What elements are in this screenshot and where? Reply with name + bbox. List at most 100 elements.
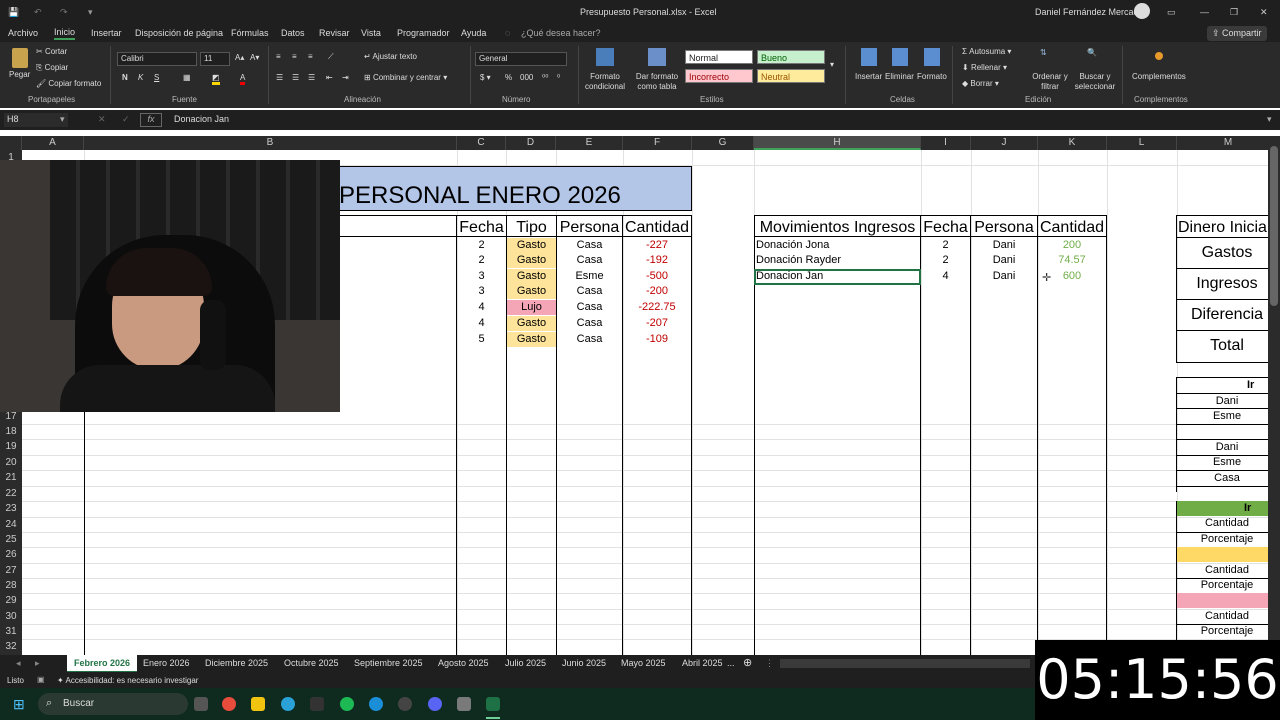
menu-disposicion[interactable]: Disposición de página [135, 28, 223, 38]
row-header[interactable]: 26 [0, 547, 22, 562]
m-table-cell[interactable]: Esme [1177, 455, 1268, 470]
delete-cells-icon[interactable] [892, 48, 908, 66]
grow-font-icon[interactable]: A▴ [235, 53, 244, 62]
gastos-persona[interactable]: Casa [557, 300, 622, 315]
sort-filter-button[interactable]: Ordenar y filtrar [1030, 72, 1070, 92]
excel-icon[interactable] [486, 697, 500, 711]
menu-inicio[interactable]: Inicio [54, 26, 76, 40]
percent-icon[interactable]: % [505, 73, 512, 82]
m-table-cell[interactable]: Cantidad [1177, 516, 1268, 531]
orientation-icon[interactable]: ⟋ [328, 52, 334, 62]
paste-button[interactable]: Pegar [9, 70, 30, 79]
ingresos-persona[interactable]: Dani [971, 253, 1037, 268]
github-icon[interactable] [398, 697, 412, 711]
accessibility-status[interactable]: ✦ Accesibilidad: es necesario investigar [57, 676, 198, 685]
gastos-cantidad[interactable]: -109 [623, 332, 691, 347]
find-select-icon[interactable]: 🔍 [1087, 48, 1105, 66]
row-header[interactable]: 24 [0, 517, 22, 532]
horizontal-scrollbar[interactable] [780, 659, 1030, 668]
menu-formulas[interactable]: Fórmulas [231, 28, 269, 38]
m-table-cell[interactable]: Porcentaje [1177, 578, 1268, 593]
tell-me-search[interactable]: ¿Qué desea hacer? [521, 28, 601, 38]
scroll-thumb[interactable] [1270, 146, 1278, 306]
decrease-indent-icon[interactable]: ⇤ [326, 73, 333, 82]
insert-cells-button[interactable]: Insertar [855, 72, 882, 81]
m-table-cell[interactable]: Dani [1177, 394, 1268, 409]
spotify-icon[interactable] [340, 697, 354, 711]
italic-icon[interactable]: K [138, 73, 143, 82]
font-name-select[interactable]: Calibri [117, 52, 197, 66]
cancel-icon[interactable]: ✕ [98, 114, 106, 125]
more-sheets[interactable]: ... [727, 658, 735, 668]
maximize-icon[interactable]: ❐ [1230, 7, 1238, 18]
fill-color-icon[interactable]: ◩ [212, 73, 220, 85]
select-all-corner[interactable] [0, 136, 22, 150]
gastos-persona[interactable]: Casa [557, 238, 622, 253]
col-header-h[interactable]: H [754, 136, 921, 150]
sheet-tab[interactable]: Enero 2026 [143, 658, 190, 668]
format-as-table-button[interactable]: Dar formato como tabla [632, 72, 682, 92]
col-header-a[interactable]: A [22, 136, 84, 150]
redo-icon[interactable]: ↷ [60, 7, 68, 18]
align-left-icon[interactable]: ☰ [276, 73, 283, 82]
row-header[interactable]: 25 [0, 532, 22, 547]
m-table-cell[interactable]: Cantidad [1177, 563, 1268, 578]
m-table-cell[interactable]: Cantidad [1177, 609, 1268, 624]
row-header[interactable]: 18 [0, 424, 22, 439]
format-cells-icon[interactable] [924, 48, 940, 66]
user-name[interactable]: Daniel Fernández Mercado [1035, 7, 1144, 17]
add-sheet-icon[interactable]: ⊕ [743, 656, 752, 669]
align-center-icon[interactable]: ☰ [292, 73, 299, 82]
share-button[interactable]: ⇪ Compartir [1207, 26, 1267, 41]
gastos-tipo[interactable]: Lujo [507, 300, 556, 315]
gastos-cantidad[interactable]: -200 [623, 284, 691, 299]
copy-button[interactable]: ⎘ Copiar [36, 63, 68, 73]
row-header[interactable]: 30 [0, 609, 22, 624]
autosum-button[interactable]: Σ Autosuma ▾ [962, 47, 1011, 56]
taskbar-search[interactable]: ⌕ Buscar [38, 693, 188, 715]
m-table-cell[interactable]: Porcentaje [1177, 532, 1268, 547]
m-table-cell[interactable]: Casa [1177, 471, 1268, 486]
calculator-icon[interactable] [457, 697, 471, 711]
m-table-cell[interactable]: Porcentaje [1177, 624, 1268, 639]
insert-function-icon[interactable]: fx [140, 113, 162, 127]
style-normal[interactable]: Normal [685, 50, 753, 64]
row-header[interactable]: 31 [0, 624, 22, 639]
gastos-tipo[interactable]: Gasto [507, 284, 556, 299]
col-header-e[interactable]: E [556, 136, 623, 150]
align-middle-icon[interactable]: ≡ [292, 52, 297, 61]
ingresos-movimiento[interactable]: Donación Rayder [756, 253, 916, 268]
paste-icon[interactable] [12, 48, 28, 68]
ingresos-fecha[interactable]: 4 [921, 269, 970, 284]
col-header-l[interactable]: L [1107, 136, 1177, 150]
gastos-fecha[interactable]: 3 [457, 269, 506, 284]
windows-start-icon[interactable]: ⊞ [13, 696, 29, 712]
m-table-cell[interactable]: Dani [1177, 440, 1268, 455]
delete-cells-button[interactable]: Eliminar [885, 72, 914, 81]
gastos-fecha[interactable]: 2 [457, 253, 506, 268]
col-header-b[interactable]: B [84, 136, 457, 150]
align-right-icon[interactable]: ☰ [308, 73, 315, 82]
style-bueno[interactable]: Bueno [757, 50, 825, 64]
wrap-text-button[interactable]: ↵ Ajustar texto [364, 52, 417, 61]
file-explorer-icon[interactable] [251, 697, 265, 711]
bold-icon[interactable]: N [122, 73, 128, 82]
name-box-dropdown-icon[interactable]: ▾ [60, 114, 65, 125]
insert-cells-icon[interactable] [861, 48, 877, 66]
ingresos-persona[interactable]: Dani [971, 238, 1037, 253]
row-header[interactable]: 19 [0, 439, 22, 454]
align-top-icon[interactable]: ≡ [276, 52, 281, 61]
col-header-f[interactable]: F [623, 136, 692, 150]
macro-record-icon[interactable]: ▣ [37, 675, 45, 684]
row-header[interactable]: 20 [0, 455, 22, 470]
chrome-icon[interactable] [222, 697, 236, 711]
gastos-fecha[interactable]: 4 [457, 300, 506, 315]
format-cells-button[interactable]: Formato [917, 72, 947, 81]
ingresos-movimiento[interactable]: Donación Jona [756, 238, 916, 253]
align-bottom-icon[interactable]: ≡ [308, 52, 313, 61]
menu-ayuda[interactable]: Ayuda [461, 28, 486, 38]
gastos-tipo[interactable]: Gasto [507, 238, 556, 253]
save-icon[interactable]: 💾 [8, 7, 19, 18]
font-size-select[interactable]: 11 [200, 52, 230, 66]
ingresos-fecha[interactable]: 2 [921, 253, 970, 268]
